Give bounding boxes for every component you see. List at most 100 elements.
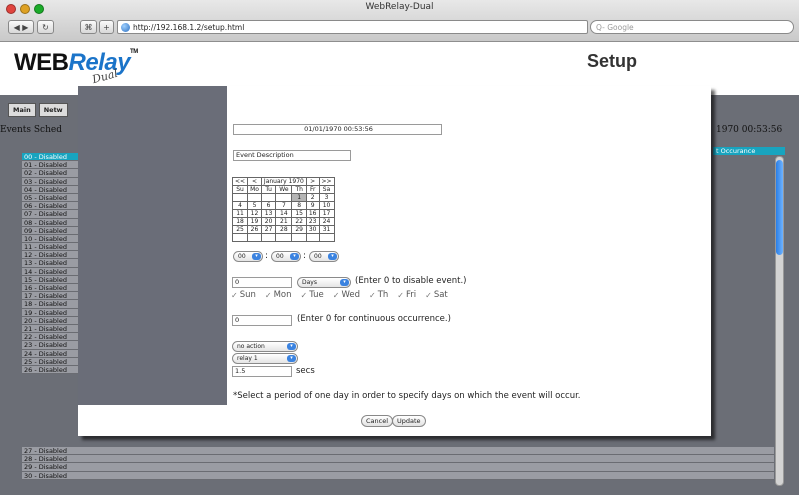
- back-forward-buttons[interactable]: ◀ ▶: [8, 20, 34, 34]
- calendar-day[interactable]: 12: [247, 209, 262, 218]
- day-checkbox[interactable]: ✓ Fri: [397, 290, 416, 300]
- list-item[interactable]: 10 - Disabled: [22, 234, 80, 244]
- calendar-day[interactable]: 30: [305, 225, 320, 234]
- calendar-day[interactable]: 7: [275, 201, 293, 210]
- list-item[interactable]: 12 - Disabled: [22, 251, 80, 260]
- calendar-day: [291, 233, 307, 242]
- day-checkbox[interactable]: ✓ Wed: [333, 290, 360, 300]
- period-input[interactable]: 0: [232, 277, 292, 288]
- list-item[interactable]: 02 - Disabled: [22, 169, 80, 178]
- calendar-day[interactable]: 6: [260, 201, 277, 210]
- calendar-day[interactable]: 15: [291, 209, 307, 218]
- calendar-day[interactable]: 11: [231, 209, 249, 218]
- calendar-day[interactable]: 26: [247, 225, 262, 234]
- calendar-day[interactable]: 13: [260, 209, 277, 218]
- scrollbar-thumb[interactable]: [776, 160, 783, 255]
- day-checkbox[interactable]: ✓ Th: [369, 290, 388, 300]
- calendar-day[interactable]: 19: [247, 217, 262, 226]
- calendar-day[interactable]: 9: [305, 201, 320, 210]
- tab-main[interactable]: Main: [8, 103, 36, 117]
- list-item[interactable]: 29 - Disabled: [22, 463, 774, 472]
- list-item[interactable]: 23 - Disabled: [22, 341, 80, 350]
- list-item[interactable]: 07 - Disabled: [22, 210, 80, 219]
- start-second-select[interactable]: 00 ▾: [309, 251, 339, 262]
- add-bookmark-button[interactable]: +: [99, 20, 114, 34]
- calendar-prev-month-button[interactable]: <: [247, 177, 262, 186]
- back-arrow-icon[interactable]: ◀: [14, 23, 20, 32]
- list-item[interactable]: 20 - Disabled: [22, 316, 80, 325]
- cancel-button[interactable]: Cancel: [361, 415, 394, 427]
- calendar-day[interactable]: 22: [291, 217, 307, 226]
- calendar-day[interactable]: 16: [305, 209, 320, 218]
- list-item[interactable]: 08 - Disabled: [22, 218, 80, 227]
- calendar-day[interactable]: 18: [231, 217, 249, 226]
- list-item[interactable]: 30 - Disabled: [22, 471, 774, 480]
- list-item[interactable]: 06 - Disabled: [22, 202, 80, 211]
- calendar-day[interactable]: 5: [247, 201, 262, 210]
- calendar-weekday: Th: [291, 185, 307, 194]
- list-item[interactable]: 18 - Disabled: [22, 300, 80, 309]
- description-input[interactable]: Event Description: [233, 150, 351, 161]
- forward-arrow-icon[interactable]: ▶: [22, 23, 28, 32]
- pulse-duration-input[interactable]: 1.5: [232, 366, 292, 377]
- day-checkbox[interactable]: ✓ Sun: [231, 290, 256, 300]
- list-item[interactable]: 13 - Disabled: [22, 259, 80, 268]
- list-item[interactable]: 00 - Disabled: [22, 153, 80, 162]
- calendar-day[interactable]: 24: [318, 217, 335, 226]
- list-item[interactable]: 09 - Disabled: [22, 226, 80, 235]
- action-select[interactable]: no action ▾: [232, 341, 298, 352]
- calendar-day[interactable]: 2: [305, 193, 320, 202]
- calendar-day[interactable]: 1: [291, 193, 307, 202]
- list-item[interactable]: 14 - Disabled: [22, 267, 80, 276]
- list-item[interactable]: 22 - Disabled: [22, 333, 80, 342]
- count-input[interactable]: 0: [232, 315, 292, 326]
- calendar-day: [231, 233, 249, 242]
- list-item[interactable]: 15 - Disabled: [22, 275, 80, 284]
- start-minute-select[interactable]: 00 ▾: [271, 251, 301, 262]
- address-bar[interactable]: http://192.168.1.2/setup.html: [117, 20, 588, 34]
- list-item[interactable]: 25 - Disabled: [22, 357, 80, 366]
- day-checkbox[interactable]: ✓ Mon: [265, 290, 292, 300]
- reload-button[interactable]: ↻: [37, 20, 54, 34]
- calendar-day[interactable]: 14: [275, 209, 293, 218]
- calendar-day[interactable]: 20: [260, 217, 277, 226]
- start-hour-select[interactable]: 00 ▾: [233, 251, 263, 262]
- bookmark-button[interactable]: ⌘: [80, 20, 97, 34]
- list-item[interactable]: 04 - Disabled: [22, 185, 80, 194]
- calendar-day[interactable]: 21: [275, 217, 293, 226]
- calendar-prev-year-button[interactable]: <<: [231, 177, 249, 186]
- calendar-day[interactable]: 31: [318, 225, 335, 234]
- calendar-day[interactable]: 25: [231, 225, 249, 234]
- calendar-day[interactable]: 8: [291, 201, 307, 210]
- update-button[interactable]: Update: [392, 415, 426, 427]
- calendar-day[interactable]: 29: [291, 225, 307, 234]
- relay-select[interactable]: relay 1 ▾: [232, 353, 298, 364]
- day-checkbox[interactable]: ✓ Tue: [301, 290, 324, 300]
- calendar-day[interactable]: 3: [318, 193, 335, 202]
- calendar-day[interactable]: 10: [318, 201, 335, 210]
- period-unit-select[interactable]: Days ▾: [297, 277, 351, 288]
- calendar-day[interactable]: 27: [260, 225, 277, 234]
- list-item[interactable]: 19 - Disabled: [22, 308, 80, 317]
- calendar-day[interactable]: 28: [275, 225, 293, 234]
- tab-network[interactable]: Netw: [38, 103, 68, 117]
- list-item[interactable]: 11 - Disabled: [22, 243, 80, 252]
- calendar-next-year-button[interactable]: >>: [318, 177, 335, 186]
- list-item[interactable]: 16 - Disabled: [22, 284, 80, 293]
- list-item[interactable]: 01 - Disabled: [22, 161, 80, 170]
- calendar-next-month-button[interactable]: >: [305, 177, 320, 186]
- list-item[interactable]: 05 - Disabled: [22, 193, 80, 203]
- day-checkbox[interactable]: ✓ Sat: [425, 290, 448, 300]
- list-item[interactable]: 27 - Disabled: [22, 447, 774, 456]
- list-item[interactable]: 26 - Disabled: [22, 365, 80, 375]
- pulse-unit: secs: [296, 366, 315, 376]
- search-input[interactable]: Q- Google: [590, 20, 794, 34]
- calendar-day[interactable]: 4: [231, 201, 249, 210]
- calendar-day[interactable]: 23: [305, 217, 320, 226]
- list-item[interactable]: 03 - Disabled: [22, 177, 80, 186]
- calendar-day[interactable]: 17: [318, 209, 335, 218]
- list-item[interactable]: 24 - Disabled: [22, 349, 80, 358]
- list-item[interactable]: 17 - Disabled: [22, 292, 80, 301]
- list-item[interactable]: 21 - Disabled: [22, 324, 80, 334]
- list-item[interactable]: 28 - Disabled: [22, 455, 774, 464]
